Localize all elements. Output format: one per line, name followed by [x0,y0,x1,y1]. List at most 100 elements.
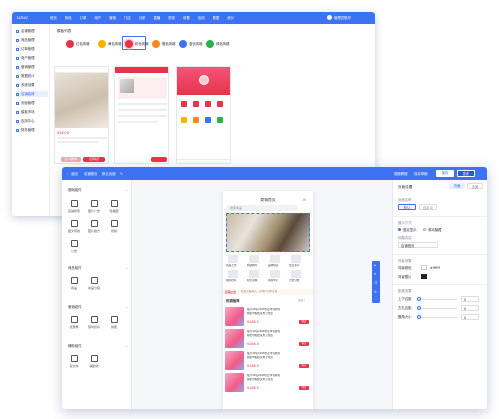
buy-button[interactable]: 购买 [299,320,309,324]
sidebar-item[interactable]: 模板市场 [16,109,48,115]
slider-thumb[interactable] [417,315,421,319]
sidebar-item[interactable]: 页面管理 [16,100,48,106]
template-swatch[interactable] [66,40,74,48]
tab-global[interactable]: 全局 [467,183,483,189]
publish-button[interactable]: 发布 [457,170,475,177]
slider-input[interactable]: 0 [461,305,479,311]
option-default[interactable]: 默认 [398,204,416,210]
search-input[interactable]: 搜索商品 [226,205,298,211]
component-goods-group[interactable]: 商品分组 [86,277,102,290]
product-item[interactable]: 猫牙40包2108型定单包邮免 邮纸巾抽纸家用卫生纸 ¥168.5 购买 [225,351,311,370]
nav-icon[interactable] [228,255,238,263]
tool-icon[interactable] [181,117,187,123]
nav-item[interactable]: 用户 [94,16,101,20]
sidebar-item[interactable]: 商品管理 [16,37,48,43]
image-swatch[interactable] [421,274,427,279]
nav-item[interactable]: 订单 [80,16,87,20]
sidebar-item[interactable]: 数据统计 [16,73,48,79]
nav-item[interactable]: 商品 [65,16,72,20]
nav-icon[interactable] [270,255,280,263]
notice-bar[interactable]: 店铺公告 欢迎光临本店，新用户首单立减 [223,289,313,295]
order-icon[interactable] [193,101,199,107]
sidebar-item[interactable]: 财务管理 [16,127,48,133]
component-goods[interactable]: 商品 [66,277,82,290]
title-input[interactable]: 店铺首页 [398,242,438,248]
back-link[interactable]: 返回 [71,172,78,176]
buy-button[interactable]: 购买 [299,364,309,368]
nav-item[interactable]: 数据 [213,16,220,20]
color-swatch[interactable] [421,265,427,270]
preview-phone-2[interactable] [114,66,169,164]
sidebar-item[interactable]: 店铺管理 [16,28,48,34]
submit-button[interactable] [151,157,167,162]
group-header[interactable]: 基础组件 ⌄ [68,187,128,193]
delete-icon[interactable]: ✕ [374,290,377,294]
component-cube[interactable]: 图片魔方 [86,220,102,233]
order-icon[interactable] [181,101,187,107]
component-image-nav[interactable]: 图文导航 [66,220,82,233]
more-icon[interactable]: ⊙ [303,198,306,202]
order-icon[interactable] [217,101,223,107]
component-discount[interactable]: 限时折扣 [86,316,102,329]
slider-input[interactable]: 0 [461,296,479,302]
sidebar-item[interactable]: 系统设置 [16,82,48,88]
group-header[interactable]: 营销组件 ⌄ [68,304,128,310]
product-item[interactable]: 猫牙40包2108型定单包邮免 邮纸巾抽纸家用卫生纸 ¥168.5 购买 [225,373,311,392]
arrow-down-icon[interactable]: ▾ [374,272,376,276]
template-swatch[interactable] [98,40,106,48]
slider-track[interactable] [417,298,457,300]
nav-item[interactable]: 首页 [50,16,57,20]
nav-item[interactable]: 统计 [227,16,234,20]
nav-item[interactable]: 设置 [183,16,190,20]
component-notice[interactable]: 公告 [66,240,82,253]
nav-icon[interactable] [291,255,301,263]
help-link[interactable]: 视频教程 [394,172,408,176]
template-swatch[interactable] [125,40,133,48]
nav-icon[interactable] [270,270,280,278]
component-search[interactable]: 店铺搜索 [66,200,82,213]
buy-button[interactable]: 购买 [299,386,309,390]
slider-input[interactable]: 0 [461,314,479,320]
sidebar-item[interactable]: 营销管理 [16,64,48,70]
template-swatch[interactable] [179,40,187,48]
edit-icon[interactable]: ✎ [120,172,123,176]
template-swatch[interactable] [206,40,214,48]
save-button[interactable]: 保存 [436,170,454,177]
nav-item[interactable]: 直播 [153,16,160,20]
nav-icon[interactable] [291,270,301,278]
tab-page[interactable]: 页面 [449,183,465,189]
nav-item[interactable]: 应用 [198,16,205,20]
arrow-up-icon[interactable]: ▴ [374,263,376,267]
copy-icon[interactable]: ❐ [374,281,377,285]
component-image-ad[interactable]: 图片广告 [86,200,102,213]
component-carousel[interactable]: 轮播图 [106,200,122,213]
product-item[interactable]: 猫牙40包2108型定单包邮免 邮纸巾抽纸家用卫生纸 ¥168.5 购买 [225,329,311,348]
radio-selected[interactable] [398,228,401,231]
option-custom[interactable]: 自定义 [419,204,437,210]
component-video[interactable]: 视频 [106,220,122,233]
chevron-left-icon[interactable]: ‹ [67,172,68,176]
group-header[interactable]: 商品组件 ⌄ [68,265,128,271]
nav-item[interactable]: 分销 [139,16,146,20]
template-swatch[interactable] [152,40,160,48]
draft-link[interactable]: 保存草稿 [414,172,428,176]
slider-track[interactable] [417,307,457,309]
account-name[interactable]: 管理员账号 [334,16,351,20]
preview-phone-1[interactable]: ¥38.00 立即购买 加入购物车 [54,66,109,164]
nav-item[interactable]: 财务 [168,16,175,20]
component-coupon[interactable]: 优惠券 [66,316,82,329]
slider-track[interactable] [417,316,457,318]
cart-button[interactable]: 加入购物车 [61,157,81,162]
tool-icon[interactable] [193,117,199,123]
buy-button[interactable]: 立即购买 [83,157,105,162]
preview-phone-3[interactable] [176,66,231,164]
sidebar-item[interactable]: 订单管理 [16,46,48,52]
slider-thumb[interactable] [417,297,421,301]
nav-item[interactable]: 门店 [124,16,131,20]
avatar[interactable] [327,15,332,20]
sidebar-item-active[interactable]: 店铺装修 [16,91,48,97]
order-icon[interactable] [205,101,211,107]
slider-thumb[interactable] [417,306,421,310]
tool-icon[interactable] [217,117,223,123]
nav-icon[interactable] [249,255,259,263]
